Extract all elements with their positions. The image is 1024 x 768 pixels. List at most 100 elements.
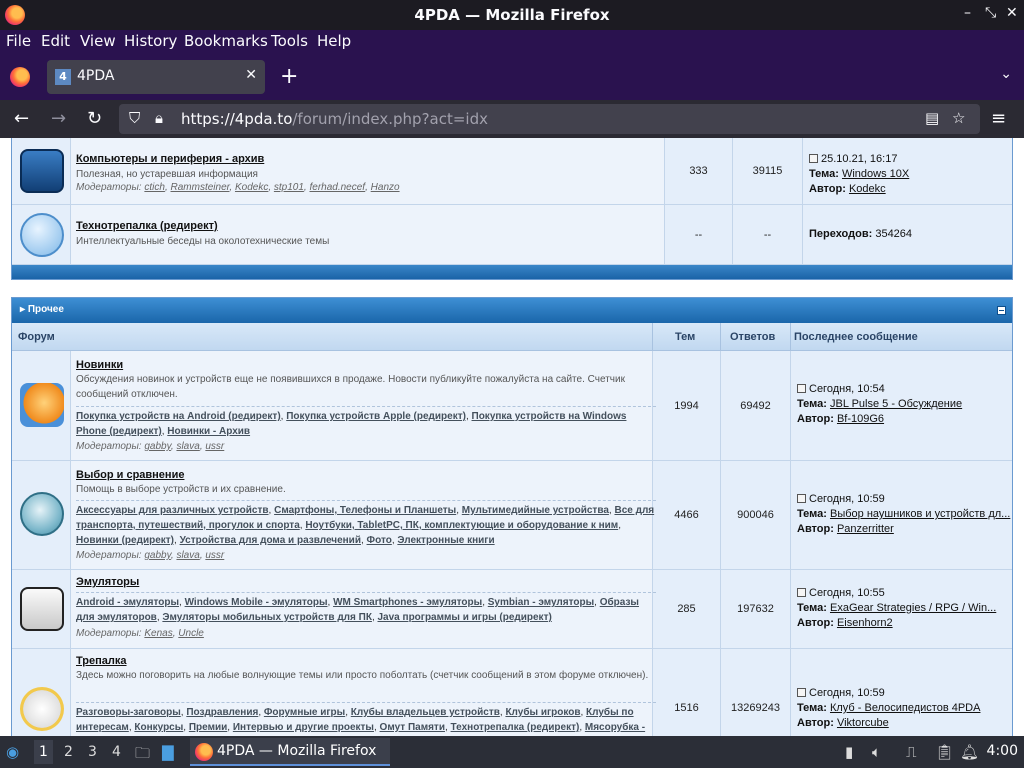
forum-icon-cell xyxy=(12,461,71,569)
clipboard-icon[interactable]: 📋︎ xyxy=(935,743,954,761)
forum-cell: Трепалка Здесь можно поговорить на любые… xyxy=(71,649,656,736)
forum-cell: Технотрепалка (редирект) Интеллектуальны… xyxy=(71,205,665,264)
workspace-4[interactable]: 4 xyxy=(112,744,121,760)
subforums: Разговоры-заговоры, Поздравления, Форумн… xyxy=(76,702,656,735)
forum-row: Компьютеры и периферия - архив Полезная,… xyxy=(12,138,1012,205)
redirect-counter: Переходов: 354264 xyxy=(809,228,913,240)
close-window-icon[interactable]: ✕ xyxy=(1006,5,1018,21)
moderators: Модераторы: Kenas, Uncle xyxy=(76,628,204,639)
forum-description: Интеллектуальные беседы на околотехничес… xyxy=(76,236,330,247)
last-post-cell: Переходов: 354264 xyxy=(803,205,1012,264)
category-footer-bar xyxy=(12,265,1012,279)
tab-close-icon[interactable]: ✕ xyxy=(245,67,257,83)
star-icon[interactable]: ☆ xyxy=(952,109,965,127)
reader-view-icon[interactable]: ▤ xyxy=(925,109,939,127)
tab-4pda[interactable]: 4 4PDA ✕ xyxy=(47,60,265,94)
last-post-date: Сегодня, 10:54 xyxy=(797,383,885,395)
replies-count: 69492 xyxy=(721,351,791,460)
new-devices-icon xyxy=(20,383,64,427)
last-post-cell: Сегодня, 10:59 Тема: Клуб - Велосипедист… xyxy=(791,649,1012,736)
post-icon[interactable] xyxy=(809,154,818,163)
url-text[interactable]: https://4pda.to/forum/index.php?act=idx xyxy=(181,110,488,128)
hamburger-menu-icon[interactable]: ≡ xyxy=(991,108,1006,129)
moderators: Модераторы: gabby, slava, ussr xyxy=(76,441,225,452)
replies-count: 900046 xyxy=(721,461,791,569)
collapse-icon[interactable] xyxy=(997,306,1006,315)
url-bar[interactable]: ⛉ 🔒︎ https://4pda.to/forum/index.php?act… xyxy=(119,104,980,134)
forward-icon[interactable]: → xyxy=(51,108,66,129)
forum-title-link[interactable]: Трепалка xyxy=(76,655,127,667)
menu-file[interactable]: File xyxy=(6,32,31,50)
category-title[interactable]: ▸ Прочее xyxy=(20,304,64,315)
menu-view[interactable]: View xyxy=(80,32,116,50)
back-icon[interactable]: ← xyxy=(14,108,29,129)
menu-bookmarks[interactable]: Bookmarks xyxy=(184,32,268,50)
post-icon[interactable] xyxy=(797,384,806,393)
last-post-topic: Тема: ExaGear Strategies / RPG / Win... xyxy=(797,602,997,614)
category-top: Компьютеры и периферия - архив Полезная,… xyxy=(11,138,1013,280)
topics-count: -- xyxy=(665,205,733,264)
forum-cell: Выбор и сравнение Помощь в выборе устрой… xyxy=(71,461,656,569)
lock-icon[interactable]: 🔒︎ xyxy=(155,109,163,127)
subforums: Аксессуары для различных устройств, Смар… xyxy=(76,500,656,548)
menu-edit[interactable]: Edit xyxy=(41,32,70,50)
post-icon[interactable] xyxy=(797,688,806,697)
forum-title-link[interactable]: Технотрепалка (редирект) xyxy=(76,220,218,232)
last-post-date: 25.10.21, 16:17 xyxy=(809,153,897,165)
desktop-icon[interactable]: ▇ xyxy=(162,743,174,761)
minimize-icon[interactable]: – xyxy=(964,5,971,21)
chat-smileys-icon xyxy=(20,687,64,731)
last-post-topic: Тема: Windows 10X xyxy=(809,168,910,180)
topics-count: 1994 xyxy=(653,351,721,460)
nav-bar: ← → ↻ ⛉ 🔒︎ https://4pda.to/forum/index.p… xyxy=(0,100,1024,138)
notifications-icon[interactable]: 🔔︎ xyxy=(960,743,979,761)
forum-title-link[interactable]: Компьютеры и периферия - архив xyxy=(76,153,264,165)
new-tab-icon[interactable]: + xyxy=(280,64,298,89)
menu-history[interactable]: History xyxy=(124,32,177,50)
forum-row: Выбор и сравнение Помощь в выборе устрой… xyxy=(12,461,1012,570)
last-post-topic: Тема: Выбор наушников и устройств дл... xyxy=(797,508,1011,520)
post-icon[interactable] xyxy=(797,494,806,503)
column-header: Форум Тем Ответов Последнее сообщение xyxy=(12,323,1012,351)
topics-count: 1516 xyxy=(653,649,721,736)
page-viewport: Компьютеры и периферия - архив Полезная,… xyxy=(0,138,1024,736)
workspace-3[interactable]: 3 xyxy=(88,744,97,760)
clock: 4:00 xyxy=(986,743,1018,759)
start-menu-icon[interactable]: ◉ xyxy=(6,743,19,761)
menu-tools[interactable]: Tools xyxy=(271,32,308,50)
firefox-taskbar-icon xyxy=(195,743,213,761)
last-post-cell: Сегодня, 10:59 Тема: Выбор наушников и у… xyxy=(791,461,1012,569)
reload-icon[interactable]: ↻ xyxy=(87,108,102,129)
last-post-date: Сегодня, 10:55 xyxy=(797,587,885,599)
forum-icon-cell xyxy=(12,570,71,648)
taskbar-firefox-window[interactable]: 4PDA — Mozilla Firefox xyxy=(190,738,390,766)
last-post-author: Автор: Panzerritter xyxy=(797,523,894,535)
last-post-topic: Тема: JBL Pulse 5 - Обсуждение xyxy=(797,398,963,410)
category-header[interactable]: ▸ Прочее xyxy=(12,298,1012,323)
forum-icon-cell xyxy=(12,351,71,460)
post-icon[interactable] xyxy=(797,588,806,597)
workspace-1[interactable]: 1 xyxy=(34,740,53,764)
firefox-view-icon[interactable] xyxy=(10,67,30,87)
col-last-post: Последнее сообщение xyxy=(794,331,918,343)
last-post-date: Сегодня, 10:59 xyxy=(797,687,885,699)
col-forum: Форум xyxy=(18,331,55,343)
forum-title-link[interactable]: Выбор и сравнение xyxy=(76,469,184,481)
last-post-cell: Сегодня, 10:54 Тема: JBL Pulse 5 - Обсуж… xyxy=(791,351,1012,460)
forum-description: Здесь можно поговорить на любые волнующи… xyxy=(76,670,649,681)
col-replies: Ответов xyxy=(730,331,776,343)
network-icon[interactable]: ⎍ xyxy=(906,743,917,761)
maximize-icon[interactable]: ⤡ xyxy=(985,5,996,21)
chevron-down-icon[interactable]: ⌄ xyxy=(1000,66,1012,82)
shield-icon[interactable]: ⛉ xyxy=(129,109,140,127)
workspace-2[interactable]: 2 xyxy=(64,744,73,760)
menu-help[interactable]: Help xyxy=(317,32,351,50)
file-manager-icon[interactable]: 🗀 xyxy=(135,743,150,768)
last-post-author: Автор: Kodekc xyxy=(809,183,886,195)
forum-title-link[interactable]: Новинки xyxy=(76,359,123,371)
taskbar: ◉ 1 2 3 4 🗀 ▇ 4PDA — Mozilla Firefox ▮ 🔈… xyxy=(0,736,1024,768)
forum-title-link[interactable]: Эмуляторы xyxy=(76,576,139,588)
tab-label: 4PDA xyxy=(77,68,115,84)
volume-icon[interactable]: 🔈︎ xyxy=(872,743,881,761)
battery-icon[interactable]: ▮ xyxy=(845,743,853,761)
